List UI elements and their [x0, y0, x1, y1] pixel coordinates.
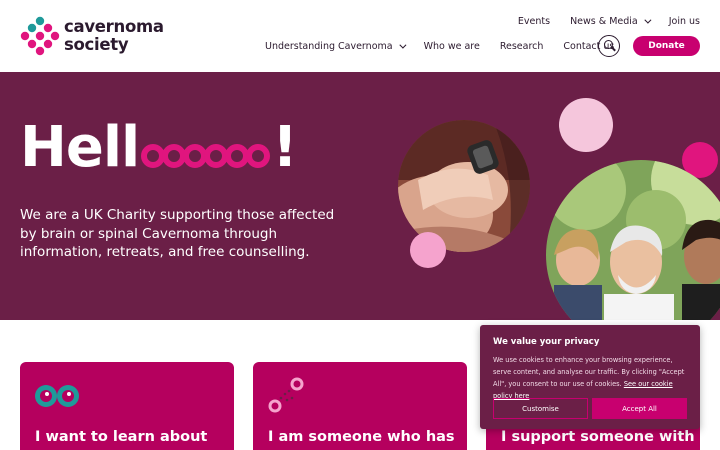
o-ring-icon [246, 144, 271, 168]
hero-subtitle: We are a UK Charity supporting those aff… [20, 207, 335, 260]
eyes-icon [35, 385, 79, 407]
hero-heading-suffix: ! [272, 115, 298, 180]
cookie-title: We value your privacy [493, 337, 600, 347]
logo-line-2: society [64, 35, 129, 54]
site-header: cavernoma society Events News & Media Jo… [0, 0, 720, 72]
hero-photo-group [546, 160, 720, 320]
hero-heading: Hell ! [20, 115, 298, 180]
donate-button[interactable]: Donate [633, 36, 700, 56]
top-nav-events-label: Events [517, 16, 551, 27]
search-icon-handle [611, 46, 616, 52]
accept-all-button[interactable]: Accept All [592, 398, 687, 419]
hero-heading-prefix: Hell [20, 115, 140, 180]
site-logo[interactable]: cavernoma society [20, 16, 170, 58]
logo-line-1: cavernoma [64, 17, 164, 36]
cookie-description: We use cookies to enhance your browsing … [493, 354, 691, 402]
cookie-consent-banner: We value your privacy We use cookies to … [480, 325, 700, 429]
main-nav-who-we-are-label: Who we are [423, 41, 480, 52]
hero-photo-hands [398, 120, 530, 252]
logo-mark-icon [20, 16, 60, 56]
logo-wordmark: cavernoma society [64, 18, 164, 54]
linked-dots-icon [268, 377, 304, 413]
top-nav: Events News & Media Join us [498, 16, 700, 27]
chevron-down-icon [398, 41, 407, 49]
hands-photo-illustration [398, 120, 530, 252]
audience-card-person[interactable]: I am someone who has [253, 362, 467, 450]
main-nav-research[interactable]: Research [500, 41, 544, 52]
card-title: I support someone with [501, 429, 695, 445]
decorative-circle [559, 98, 613, 152]
main-nav: Understanding Cavernoma Who we are Resea… [265, 41, 614, 52]
hero-banner: Hell ! We are a UK Charity supporting th… [0, 72, 720, 320]
top-nav-join-us[interactable]: Join us [669, 16, 700, 27]
top-nav-news-media-label: News & Media [570, 16, 638, 27]
top-nav-news-media[interactable]: News & Media [570, 16, 652, 27]
top-nav-join-us-label: Join us [668, 16, 700, 27]
card-title: I am someone who has [268, 429, 455, 445]
main-nav-research-label: Research [499, 41, 544, 52]
hero-heading-o-rings [141, 144, 271, 168]
search-button[interactable] [598, 35, 620, 57]
top-nav-events[interactable]: Events [518, 16, 550, 27]
chevron-down-icon [644, 16, 652, 24]
main-nav-who-we-are[interactable]: Who we are [424, 41, 480, 52]
main-nav-understanding-label: Understanding Cavernoma [265, 41, 393, 52]
main-nav-understanding-cavernoma[interactable]: Understanding Cavernoma [265, 41, 407, 52]
customise-button[interactable]: Customise [493, 398, 588, 419]
decorative-circle [410, 232, 446, 268]
group-photo-illustration [546, 160, 720, 320]
card-title: I want to learn about [35, 429, 208, 445]
audience-card-learn[interactable]: I want to learn about [20, 362, 234, 450]
